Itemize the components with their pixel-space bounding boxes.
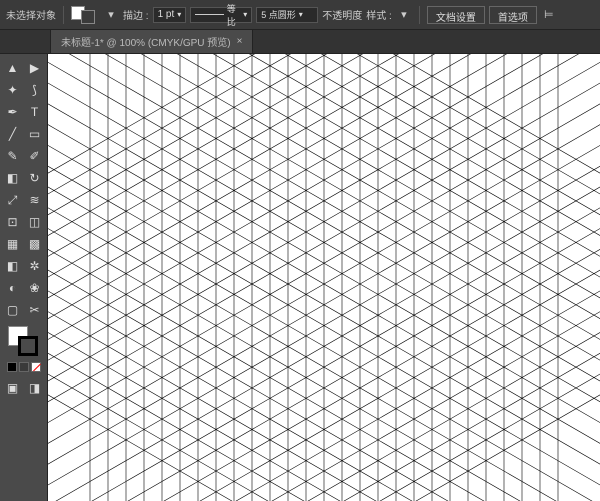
screen-mode-button[interactable]: ▣	[3, 378, 23, 398]
none-mode-button[interactable]	[31, 362, 41, 372]
fill-stroke-swatch[interactable]	[71, 6, 99, 24]
preferences-button[interactable]: 首选项	[489, 6, 537, 24]
rotate-tool[interactable]: ↻	[25, 168, 45, 188]
scale-tool[interactable]: ⤢	[3, 190, 23, 210]
slice-tool[interactable]: ✂	[25, 300, 45, 320]
stroke-weight-input[interactable]: 1 pt	[153, 7, 187, 23]
direct-selection-tool[interactable]: ▶	[25, 58, 45, 78]
swatch-dropdown-icon[interactable]: ▾	[103, 7, 119, 23]
fill-stroke-control[interactable]	[8, 326, 40, 358]
brush-dropdown[interactable]: 5 点圆形	[256, 7, 318, 23]
document-tab-label: 未标题-1* @ 100% (CMYK/GPU 预览)	[61, 34, 231, 49]
canvas[interactable]	[48, 54, 600, 501]
doc-settings-button[interactable]: 文档设置	[427, 6, 485, 24]
gradient-tool[interactable]: ◧	[3, 256, 23, 276]
artboard-tool[interactable]: ▢	[3, 300, 23, 320]
stroke-swatch[interactable]	[18, 336, 38, 356]
gradient-mode-button[interactable]	[19, 362, 29, 372]
symbol-tool[interactable]: ❀	[25, 278, 45, 298]
blend-tool[interactable]: ◐	[3, 278, 23, 298]
stroke-label: 描边 :	[123, 7, 149, 22]
selection-tool[interactable]: ▲	[3, 58, 23, 78]
rectangle-tool[interactable]: ▭	[25, 124, 45, 144]
document-tab[interactable]: 未标题-1* @ 100% (CMYK/GPU 预览) ×	[50, 29, 253, 53]
magic-wand-tool[interactable]: ✦	[3, 80, 23, 100]
perspective-tool[interactable]: ▦	[3, 234, 23, 254]
width-tool[interactable]: ≋	[25, 190, 45, 210]
eraser-tool[interactable]: ◧	[3, 168, 23, 188]
color-mode-button[interactable]	[7, 362, 17, 372]
options-bar: 未选择对象 ▾ 描边 : 1 pt 等比 5 点圆形 不透明度 样式 : ▾ 文…	[0, 0, 600, 30]
align-icon[interactable]: ⊨	[541, 7, 557, 23]
document-tab-bar: 未标题-1* @ 100% (CMYK/GPU 预览) ×	[0, 30, 600, 54]
mesh-tool[interactable]: ▩	[25, 234, 45, 254]
pencil-tool[interactable]: ✐	[25, 146, 45, 166]
tools-panel: ▲▶ ✦⟆ ✒T ╱▭ ✎✐ ◧↻ ⤢≋ ⊡◫ ▦▩ ◧✲ ◐❀ ▢✂ ▣◨	[0, 54, 48, 501]
paintbrush-tool[interactable]: ✎	[3, 146, 23, 166]
stroke-profile-dropdown[interactable]: 等比	[190, 7, 252, 23]
opacity-label: 不透明度	[322, 7, 362, 22]
style-label: 样式 :	[366, 7, 392, 22]
free-transform-tool[interactable]: ⊡	[3, 212, 23, 232]
pen-tool[interactable]: ✒	[3, 102, 23, 122]
type-tool[interactable]: T	[25, 102, 45, 122]
close-tab-icon[interactable]: ×	[237, 36, 243, 47]
line-tool[interactable]: ╱	[3, 124, 23, 144]
lasso-tool[interactable]: ⟆	[25, 80, 45, 100]
shape-builder-tool[interactable]: ◫	[25, 212, 45, 232]
style-dropdown-icon[interactable]: ▾	[396, 7, 412, 23]
artwork-grid	[48, 54, 600, 501]
selection-status: 未选择对象	[6, 7, 56, 22]
change-screen-button[interactable]: ◨	[25, 378, 45, 398]
eyedropper-tool[interactable]: ✲	[25, 256, 45, 276]
